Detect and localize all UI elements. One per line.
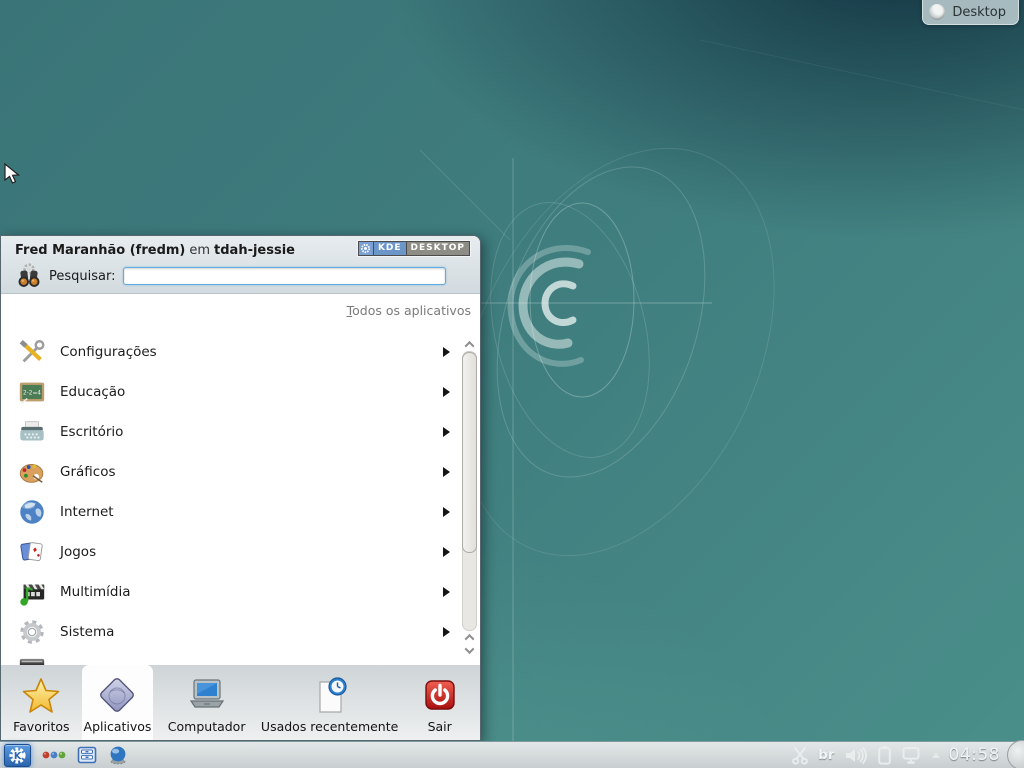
tab-sair[interactable]: Sair xyxy=(399,665,480,740)
kde-logo-icon: K xyxy=(8,746,27,765)
category-label: Sistema xyxy=(60,624,114,640)
category-internet[interactable]: Internet xyxy=(1,492,480,532)
activities-dots-icon[interactable] xyxy=(42,747,66,763)
multimedia-clapper-icon xyxy=(17,577,47,607)
clipboard-scissors-icon[interactable] xyxy=(791,746,809,765)
scroll-down-button[interactable] xyxy=(462,644,477,657)
category-label: Jogos xyxy=(60,544,96,560)
submenu-arrow-icon xyxy=(443,627,450,637)
utilities-drawer-icon xyxy=(17,657,47,665)
tab-label: Aplicativos xyxy=(84,719,152,734)
list-scrollbar[interactable] xyxy=(462,338,477,657)
mouse-cursor xyxy=(3,163,23,185)
search-label: Pesquisar: xyxy=(49,269,116,284)
all-applications-link[interactable]: Todos os aplicativos xyxy=(347,303,471,318)
digital-clock[interactable]: 04:58 xyxy=(949,745,1001,765)
taskbar-panel: K br xyxy=(0,741,1024,768)
battery-icon[interactable] xyxy=(877,745,892,765)
category-escritorio[interactable]: Escritório xyxy=(1,412,480,452)
kickoff-menu: Fred Maranhão (fredm) em tdah-jessie KDE… xyxy=(0,235,481,741)
tray-expander-icon[interactable] xyxy=(932,752,940,758)
category-jogos[interactable]: Jogos xyxy=(1,532,480,572)
kickoff-launcher-button[interactable]: K xyxy=(4,744,31,767)
tab-computador[interactable]: Computador xyxy=(153,665,260,740)
hostname: tdah-jessie xyxy=(214,243,295,259)
submenu-arrow-icon xyxy=(443,507,450,517)
debian-swirl xyxy=(511,248,588,364)
system-gear-icon xyxy=(17,617,47,647)
submenu-arrow-icon xyxy=(443,347,450,357)
scroll-up-button[interactable] xyxy=(462,338,477,351)
system-tray: br 04:58 xyxy=(791,740,1024,768)
submenu-arrow-icon xyxy=(443,587,450,597)
tab-label: Usados recentemente xyxy=(261,719,398,734)
category-label: Gráficos xyxy=(60,464,116,480)
category-educacao[interactable]: 2-2=4 Educação xyxy=(1,372,480,412)
category-graficos[interactable]: Gráficos xyxy=(1,452,480,492)
category-label: Utilitários xyxy=(60,664,125,665)
settings-tools-icon xyxy=(17,337,47,367)
submenu-arrow-icon xyxy=(443,427,450,437)
volume-icon[interactable] xyxy=(844,747,868,764)
user-name: Fred Maranhão (fredm) xyxy=(15,243,185,259)
toolbox-label: Desktop xyxy=(952,5,1006,20)
star-icon xyxy=(19,674,63,718)
svg-text:K: K xyxy=(14,751,22,762)
applications-diamond-icon xyxy=(96,674,140,718)
power-logout-icon xyxy=(418,674,462,718)
tab-favoritos[interactable]: Favoritos xyxy=(1,665,82,740)
category-label: Escritório xyxy=(60,424,123,440)
scrollbar-thumb[interactable] xyxy=(462,352,477,553)
tab-aplicativos[interactable]: Aplicativos xyxy=(82,665,154,740)
toolbox-cashew-icon xyxy=(929,4,945,20)
category-label: Internet xyxy=(60,504,114,520)
recent-documents-clock-icon xyxy=(308,674,352,718)
svg-text:2-2=4: 2-2=4 xyxy=(23,390,41,396)
category-label: Configurações xyxy=(60,344,157,360)
category-configuracoes[interactable]: Configurações xyxy=(1,332,480,372)
keyboard-layout-indicator[interactable]: br xyxy=(818,747,834,763)
application-category-list: Todos os aplicativos Configurações xyxy=(1,294,480,665)
scroll-up-button-bottom[interactable] xyxy=(462,631,477,644)
education-chalkboard-icon: 2-2=4 xyxy=(17,377,47,407)
tab-label: Sair xyxy=(428,719,452,734)
kickoff-tabbar: Favoritos Aplicativos xyxy=(1,665,480,740)
category-sistema[interactable]: Sistema xyxy=(1,612,480,652)
games-cards-icon xyxy=(17,537,47,567)
search-input[interactable] xyxy=(123,267,447,285)
tab-label: Favoritos xyxy=(13,719,69,734)
category-utilitarios[interactable]: Utilitários xyxy=(1,652,480,665)
desktop-root: Desktop Fred Maranhão (fredm) em tdah-je… xyxy=(0,0,1024,768)
tab-usados-recentemente[interactable]: Usados recentemente xyxy=(260,665,399,740)
device-monitor-icon[interactable] xyxy=(901,746,923,765)
computer-laptop-icon xyxy=(185,674,229,718)
tab-label: Computador xyxy=(168,719,246,734)
title-conjunction: em xyxy=(189,243,210,259)
submenu-arrow-icon xyxy=(443,387,450,397)
globe-gear-icon[interactable] xyxy=(108,745,128,765)
category-multimidia[interactable]: Multimídia xyxy=(1,572,480,612)
desktop-toolbox[interactable]: Desktop xyxy=(922,0,1019,25)
file-drawer-icon[interactable] xyxy=(77,746,97,764)
search-binoculars-icon xyxy=(15,262,43,290)
kde-desktop-badge: KDE DESKTOP xyxy=(358,241,470,256)
scrollbar-track[interactable] xyxy=(462,351,477,631)
kde-gear-icon xyxy=(359,242,374,255)
office-typewriter-icon xyxy=(17,417,47,447)
submenu-arrow-icon xyxy=(443,467,450,477)
internet-globe-icon xyxy=(17,497,47,527)
category-label: Multimídia xyxy=(60,584,131,600)
category-label: Educação xyxy=(60,384,125,400)
graphics-palette-icon xyxy=(17,457,47,487)
submenu-arrow-icon xyxy=(443,547,450,557)
kickoff-header: Fred Maranhão (fredm) em tdah-jessie KDE… xyxy=(1,236,480,294)
panel-cashew[interactable] xyxy=(1007,740,1024,768)
